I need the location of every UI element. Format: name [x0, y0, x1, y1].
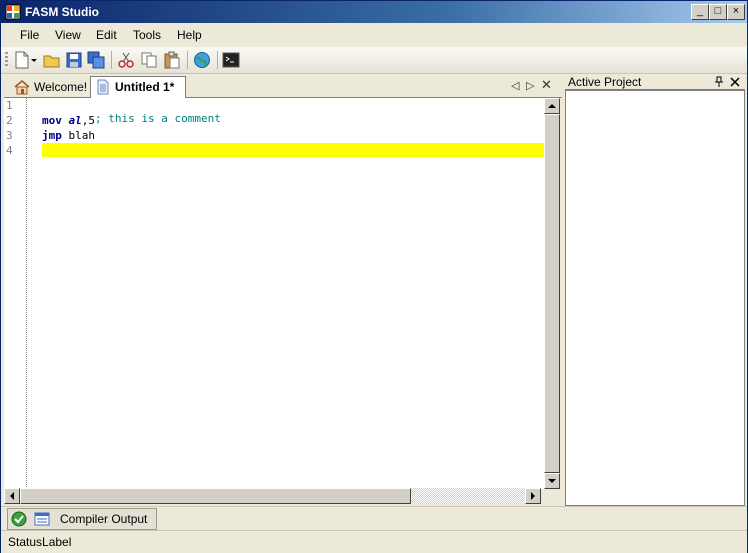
toolbar-separator: [217, 51, 218, 69]
copy-icon[interactable]: [140, 51, 158, 69]
code-keyword: jmp: [42, 129, 62, 142]
vertical-scroll-thumb[interactable]: [544, 114, 560, 473]
active-project-tree[interactable]: [565, 90, 745, 506]
document-icon: [97, 79, 109, 95]
code-register: al: [68, 114, 82, 127]
active-project-header: Active Project: [565, 75, 745, 90]
menu-edit[interactable]: Edit: [96, 28, 117, 42]
active-project-title: Active Project: [568, 75, 642, 89]
tab-scroll-left-icon[interactable]: ◁: [511, 79, 519, 92]
app-icon: [5, 4, 21, 20]
scroll-right-button[interactable]: [525, 488, 541, 504]
code-line: mov al,5: [42, 114, 95, 127]
save-all-icon[interactable]: [87, 51, 105, 69]
window-title: FASM Studio: [25, 5, 99, 19]
document-panel: Welcome! Untitled 1* ◁ ▷ ✕ 1 2 3 4 ; thi…: [4, 75, 562, 505]
maximize-button[interactable]: □: [709, 4, 727, 20]
output-list-icon: [34, 512, 50, 526]
console-icon[interactable]: [222, 51, 240, 69]
current-line-highlight: [42, 143, 544, 157]
home-icon: [14, 80, 30, 95]
cut-icon[interactable]: [117, 51, 135, 69]
minimize-button[interactable]: _: [691, 4, 709, 20]
tab-compiler-output[interactable]: Compiler Output: [7, 508, 157, 530]
horizontal-scrollbar[interactable]: [4, 488, 541, 504]
code-text: blah: [61, 129, 95, 142]
new-dropdown-icon[interactable]: [30, 51, 38, 69]
open-folder-icon[interactable]: [43, 51, 61, 69]
line-number: 4: [6, 144, 13, 157]
close-button[interactable]: ×: [727, 4, 745, 20]
toolbar-separator: [111, 51, 112, 69]
arrow-right-icon: [531, 492, 535, 500]
bottom-tabstrip: Compiler Output: [1, 506, 747, 530]
menu-file[interactable]: File: [20, 28, 39, 42]
status-bar: StatusLabel: [1, 530, 747, 553]
document-tabstrip: Welcome! Untitled 1* ◁ ▷ ✕: [4, 75, 562, 99]
check-circle-icon: [11, 511, 27, 527]
line-number: 2: [6, 114, 13, 127]
main-window: FASM Studio _ □ × File View Edit Tools H…: [0, 0, 748, 553]
toolbar-separator: [187, 51, 188, 69]
line-number-gutter: 1 2 3 4: [4, 98, 27, 489]
code-editor[interactable]: 1 2 3 4 ; this is a comment mov al,5 jmp…: [4, 98, 544, 489]
new-file-icon[interactable]: [13, 51, 31, 69]
paste-icon[interactable]: [163, 51, 181, 69]
tab-welcome[interactable]: Welcome!: [10, 77, 90, 97]
tab-untitled-label: Untitled 1*: [115, 80, 175, 94]
title-bar[interactable]: FASM Studio _ □ ×: [1, 1, 747, 23]
active-project-panel: Active Project: [565, 75, 745, 506]
code-text: ,5: [81, 114, 95, 127]
toolbar-grip[interactable]: [5, 52, 8, 68]
code-keyword: mov: [42, 114, 62, 127]
scroll-down-button[interactable]: [544, 473, 560, 489]
menu-view[interactable]: View: [55, 28, 81, 42]
globe-icon[interactable]: [193, 51, 211, 69]
vertical-scrollbar[interactable]: [544, 98, 560, 489]
menu-bar: File View Edit Tools Help: [1, 24, 747, 46]
pin-icon[interactable]: [713, 76, 725, 88]
horizontal-scroll-thumb[interactable]: [20, 488, 411, 504]
toolbar: [1, 47, 747, 74]
scroll-up-button[interactable]: [544, 98, 560, 114]
tab-close-icon[interactable]: ✕: [541, 77, 552, 93]
arrow-down-icon: [548, 479, 556, 483]
arrow-up-icon: [548, 104, 556, 108]
save-icon[interactable]: [65, 51, 83, 69]
menu-tools[interactable]: Tools: [133, 28, 161, 42]
line-number: 3: [6, 129, 13, 142]
compiler-output-label: Compiler Output: [60, 512, 148, 526]
tab-scroll-right-icon[interactable]: ▷: [526, 79, 534, 92]
code-comment: ; this is a comment: [94, 112, 221, 125]
tab-untitled-1[interactable]: Untitled 1*: [90, 76, 186, 99]
tab-welcome-label: Welcome!: [34, 80, 88, 94]
close-panel-icon[interactable]: [729, 76, 741, 88]
scroll-left-button[interactable]: [4, 488, 20, 504]
code-line: jmp blah: [42, 129, 95, 142]
menu-help[interactable]: Help: [177, 28, 202, 42]
arrow-left-icon: [10, 492, 14, 500]
line-number: 1: [6, 99, 13, 112]
status-label: StatusLabel: [8, 535, 72, 549]
